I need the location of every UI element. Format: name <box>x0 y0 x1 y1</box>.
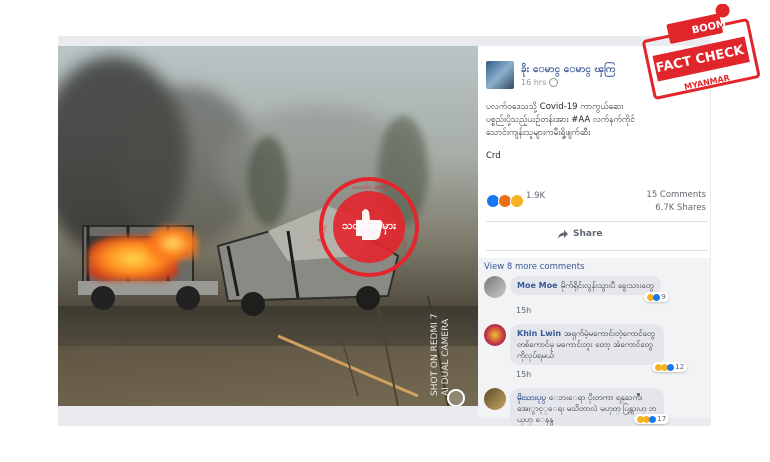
post-time[interactable]: 16 hrs <box>521 78 559 87</box>
comments-count[interactable]: 15 Comments <box>646 190 706 200</box>
watermark-line2: AI DUAL CAMERA <box>441 318 451 396</box>
comments-section: View 8 more comments Moe Moe မိုက်ရိုင်းလ… <box>478 258 710 426</box>
action-bar: Share <box>486 224 708 248</box>
comment-time[interactable]: 15h <box>516 306 531 315</box>
caption-line: ပစ္စည်းပို့သည့်ယဉ်တန်းအား #AA လက်နက်ကိုင… <box>486 115 635 125</box>
watermark-line1: SHOT ON REDMI 7 <box>430 313 440 396</box>
reaction-icons[interactable] <box>486 190 524 208</box>
share-icon <box>558 230 568 239</box>
commenter-avatar[interactable] <box>484 276 506 298</box>
divider <box>486 221 708 222</box>
comment-bubble: Khin Lwin အရှက်မဲ့မကောင်းတဲ့ကောင်တွေ တစ်က… <box>510 324 664 365</box>
comment-item: Moe Moe မိုက်ရိုင်းလွန်းသွားပီ ခွေးသားတွေ… <box>484 276 708 316</box>
comment-reactions[interactable]: 17 <box>634 414 670 424</box>
share-button[interactable]: Share <box>573 229 603 239</box>
facebook-post-screenshot: သတင်းအမှား သတင်း အတု ဒီဇင်ဘာ သတင်းအတု SH… <box>58 36 711 426</box>
comment-item: Khin Lwin အရှက်မဲ့မကောင်းတဲ့ကောင်တွေ တစ်က… <box>484 324 708 379</box>
post-time-text: 16 hrs <box>521 78 547 87</box>
comment-reactions[interactable]: 12 <box>652 362 688 372</box>
reaction-count[interactable]: 1.9K <box>526 191 545 201</box>
commenter-name[interactable]: Khin Lwin <box>517 329 561 338</box>
stamp-ring-top: သတင်း အတု <box>351 183 387 191</box>
post-photo[interactable]: သတင်းအမှား သတင်း အတု ဒီဇင်ဘာ သတင်းအတု SH… <box>58 46 478 406</box>
commenter-avatar[interactable] <box>484 388 506 410</box>
like-icon <box>667 363 674 371</box>
play-button[interactable] <box>447 389 465 406</box>
like-icon <box>653 293 660 301</box>
commenter-name[interactable]: Moe Moe <box>517 281 558 290</box>
comment-react-count: 17 <box>657 415 667 423</box>
comment-react-count: 12 <box>675 363 685 371</box>
camera-watermark: SHOT ON REDMI 7 AI DUAL CAMERA <box>430 226 466 396</box>
divider <box>486 250 708 251</box>
commenter-avatar[interactable] <box>484 324 506 346</box>
poster-name[interactable]: ခိုး ေမာင္ ေမာင္ ၾကြ <box>521 62 616 77</box>
comment-reactions[interactable]: 9 <box>644 292 669 302</box>
poster-avatar[interactable] <box>486 61 514 89</box>
commenter-name[interactable]: မိုးသားပုပ္ <box>517 393 546 402</box>
caption-line: ပလက်ဝဒေသသို့ Covid-19 ကာကွယ်ဆေး <box>486 102 624 112</box>
comment-text: မိုက်ရိုင်းလွန်းသွားပီ ခွေးသားတွေ <box>560 281 654 290</box>
comment-react-count: 9 <box>661 293 666 301</box>
sad-icon <box>510 193 524 208</box>
comment-time[interactable]: 15h <box>516 370 531 379</box>
shares-count[interactable]: 6.7K Shares <box>655 203 706 213</box>
view-more-comments-link[interactable]: View 8 more comments <box>484 262 585 272</box>
caption-line: သောင်းကျန်းသူများကမီးရှို့ဖျက်ဆီး <box>486 128 591 138</box>
like-icon <box>649 415 656 423</box>
post-credit: Crd <box>486 151 501 161</box>
comment-item: မိုးသားပုပ္ေဘးေရာ ပိုးတကာ ရန္ႀကိဳးအေႏွာင… <box>484 388 708 426</box>
fire <box>148 226 198 261</box>
comment-bubble: Moe Moe မိုက်ရိုင်းလွန်းသွားပီ ခွေးသားတွေ <box>510 276 661 295</box>
globe-icon <box>549 78 559 87</box>
